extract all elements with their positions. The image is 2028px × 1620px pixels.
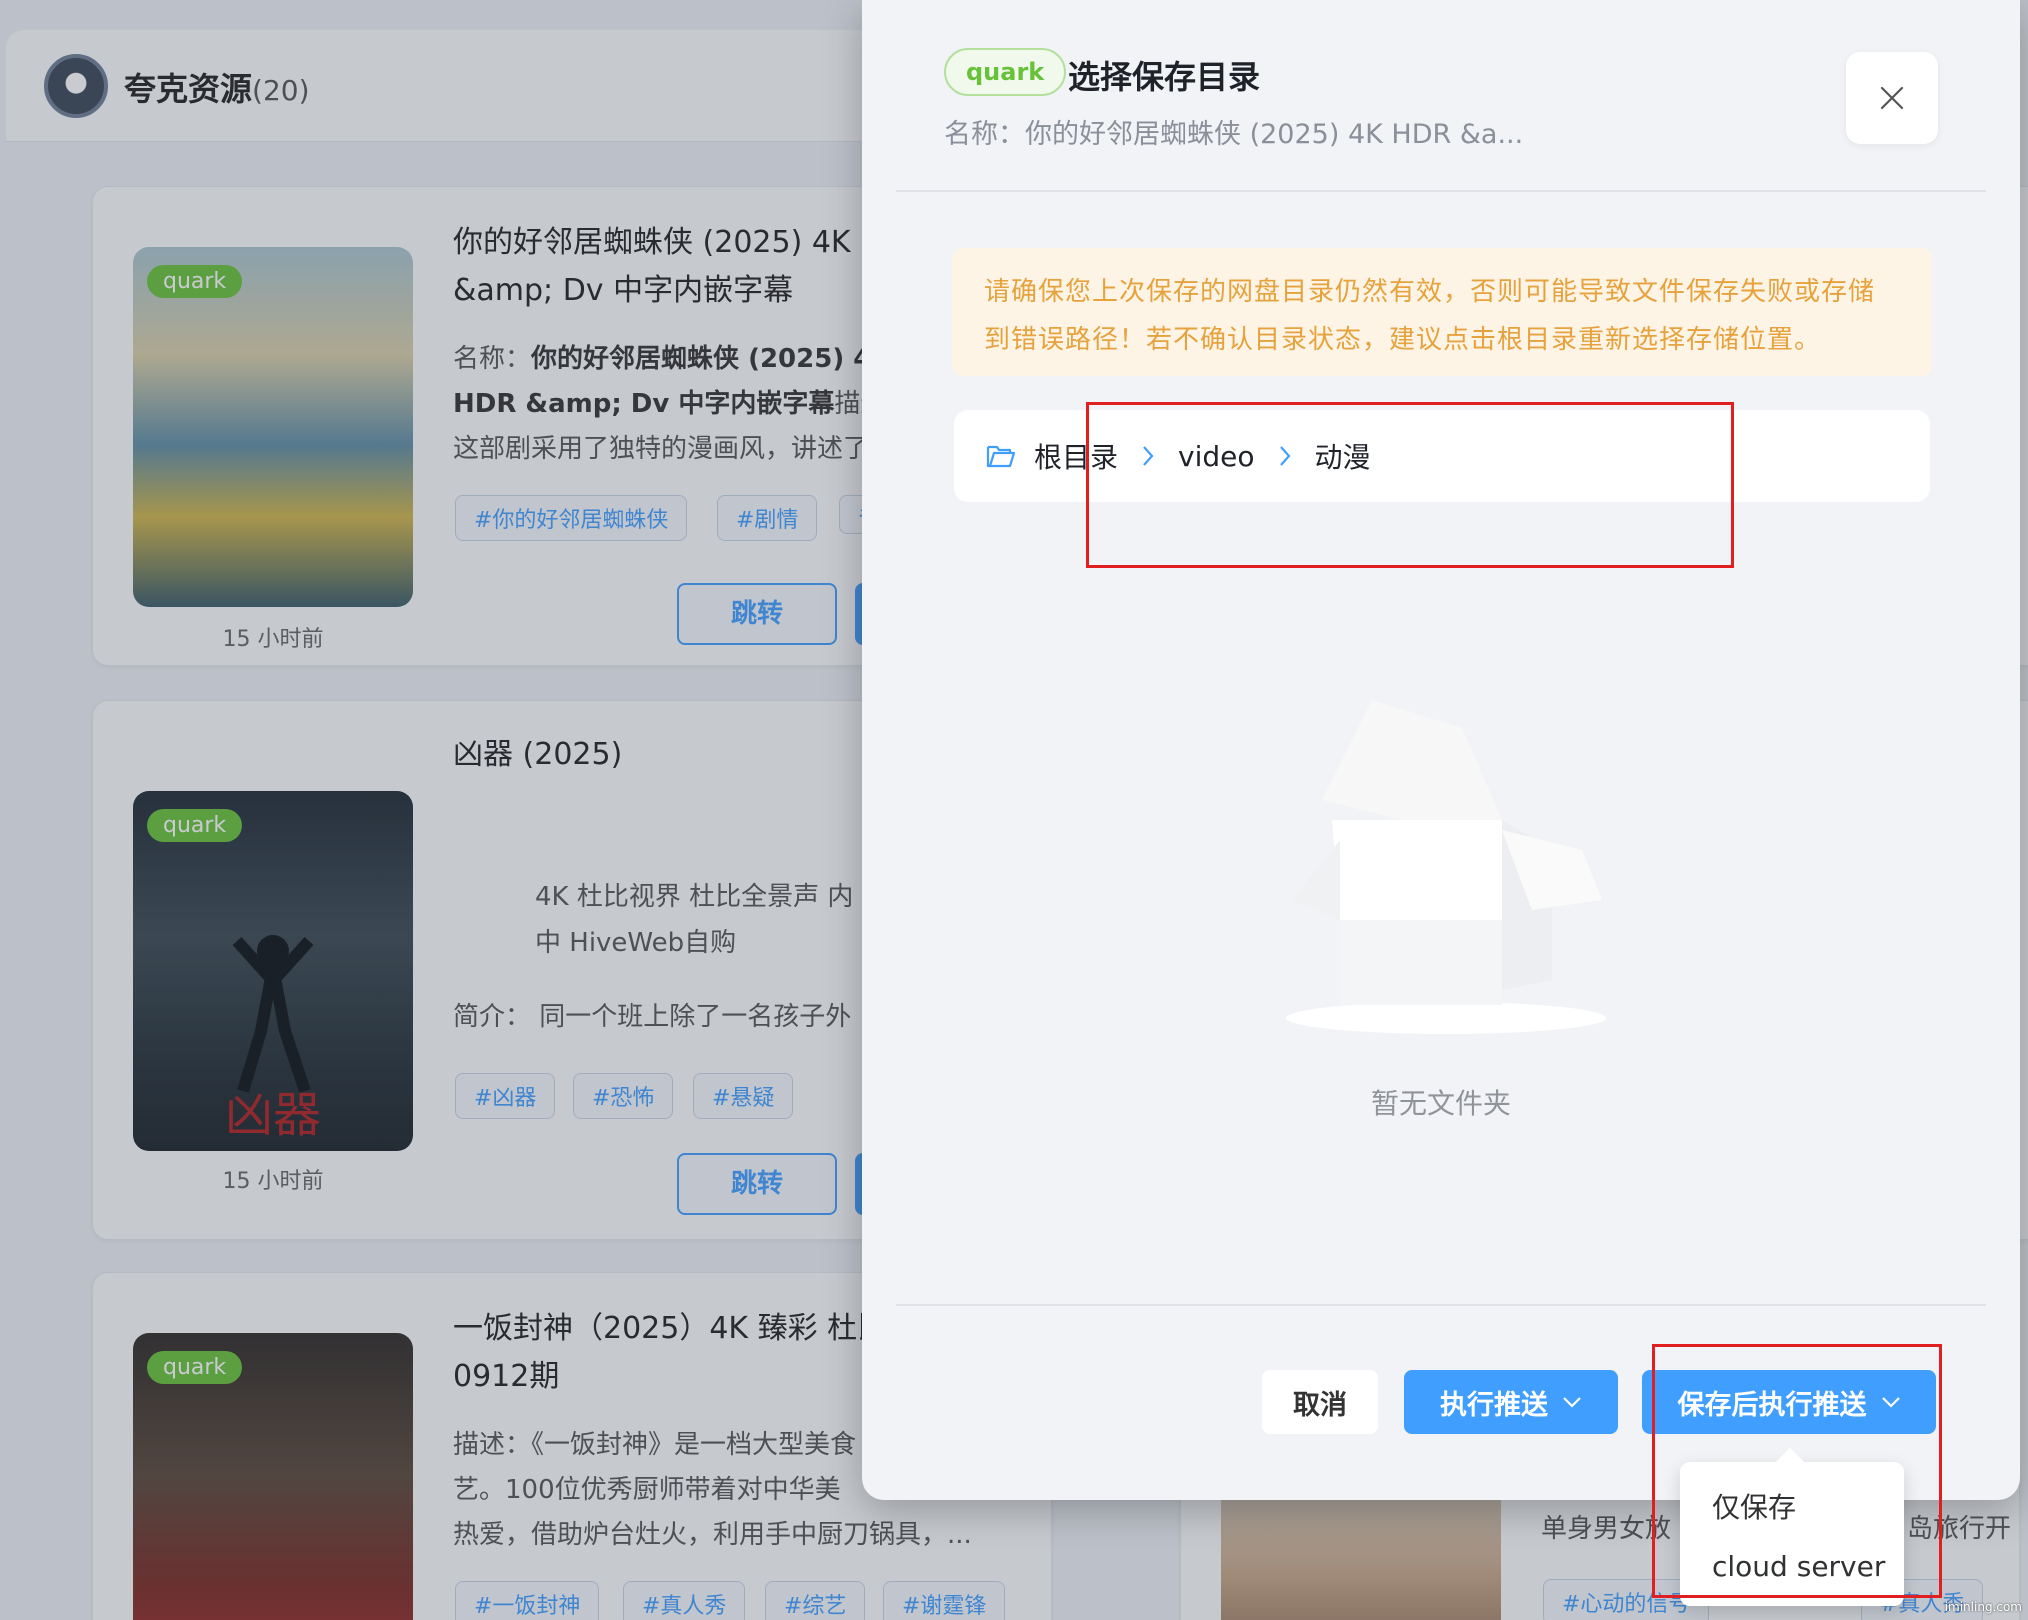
watermark: iminling.com <box>1944 1600 2022 1614</box>
empty-state-text: 暂无文件夹 <box>1370 1087 1511 1120</box>
push-button[interactable]: 执行推送 <box>1404 1370 1618 1434</box>
empty-box-icon <box>1286 700 1606 1034</box>
highlight-box <box>1652 1344 1942 1598</box>
quark-badge: quark <box>944 48 1067 96</box>
warning-alert: 请确保您上次保存的网盘目录仍然有效，否则可能导致文件保存失败或存储到错误路径！若… <box>952 248 1932 376</box>
divider <box>896 190 1986 192</box>
highlight-box <box>1086 402 1734 568</box>
cancel-button[interactable]: 取消 <box>1262 1370 1378 1434</box>
folder-open-icon <box>986 443 1016 469</box>
dialog-subtitle: 名称：你的好邻居蜘蛛侠 (2025) 4K HDR &a... <box>944 119 1524 150</box>
push-label: 执行推送 <box>1440 1389 1548 1421</box>
divider <box>896 1304 1986 1306</box>
close-icon <box>1880 86 1904 110</box>
dialog-title: 选择保存目录 <box>1068 58 1261 96</box>
save-directory-dialog: quark 选择保存目录 名称：你的好邻居蜘蛛侠 (2025) 4K HDR &… <box>862 0 2020 1500</box>
close-button[interactable] <box>1846 52 1938 144</box>
chevron-down-icon <box>1563 1397 1581 1408</box>
cancel-label: 取消 <box>1293 1389 1347 1421</box>
